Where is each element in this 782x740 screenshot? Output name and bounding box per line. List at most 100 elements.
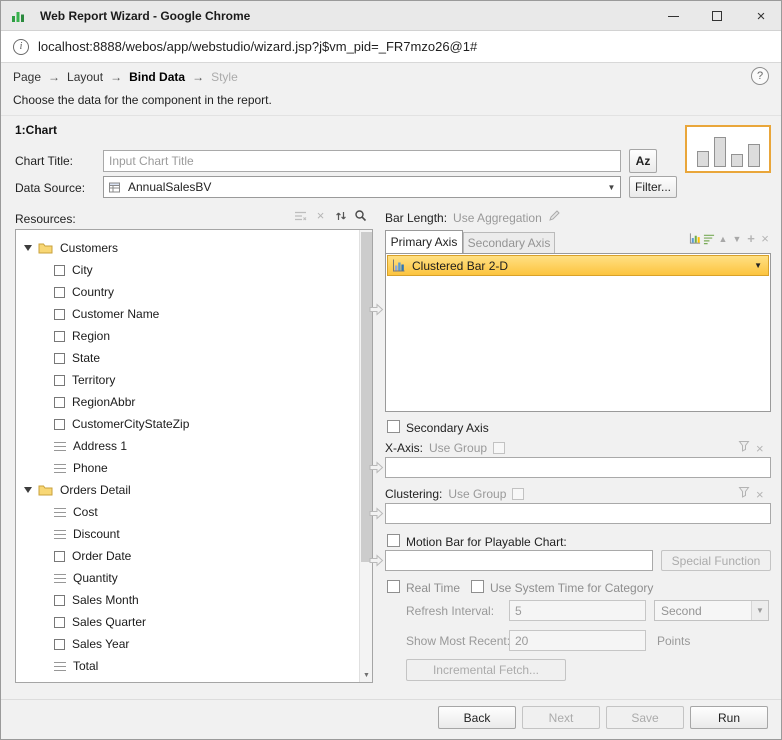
- tree-node-label: Country: [72, 285, 114, 299]
- tree-node-customers[interactable]: Customers: [16, 237, 360, 259]
- font-style-button[interactable]: Az: [629, 149, 657, 173]
- tree-node-region[interactable]: Region: [16, 325, 360, 347]
- tree-node-discount[interactable]: Discount: [16, 523, 360, 545]
- move-down-icon[interactable]: ▼: [731, 231, 743, 246]
- filter-button[interactable]: Filter...: [629, 176, 677, 198]
- filter-funnel-icon[interactable]: [738, 485, 750, 503]
- dropdown-arrow-zone[interactable]: ▼: [751, 601, 768, 620]
- collapse-icon[interactable]: [24, 245, 32, 251]
- use-group-checkbox[interactable]: [493, 442, 505, 454]
- x-axis-input[interactable]: [385, 457, 771, 478]
- tree-node-phone[interactable]: Phone: [16, 457, 360, 479]
- folder-icon: [38, 484, 53, 496]
- special-function-button[interactable]: Special Function: [661, 550, 771, 571]
- wizard-instruction: Choose the data for the component in the…: [13, 93, 272, 107]
- tree-node-orders-detail[interactable]: Orders Detail: [16, 479, 360, 501]
- motion-bar-checkbox[interactable]: [387, 534, 400, 547]
- tree-node-label: Customers: [60, 241, 118, 255]
- tree-node-territory[interactable]: Territory: [16, 369, 360, 391]
- chart-type-row[interactable]: Clustered Bar 2-D ▼: [387, 255, 769, 276]
- clear-icon[interactable]: ×: [756, 442, 764, 455]
- axis-field-list[interactable]: Clustered Bar 2-D ▼: [385, 253, 771, 412]
- assign-fields-icon[interactable]: [293, 208, 308, 223]
- tree-scrollbar[interactable]: ▼: [359, 230, 372, 682]
- tree-node-sales-year[interactable]: Sales Year: [16, 633, 360, 655]
- add-icon[interactable]: +: [745, 231, 757, 246]
- chart-preview-thumbnail[interactable]: [685, 125, 771, 173]
- remove-icon[interactable]: ×: [759, 231, 771, 246]
- maximize-button[interactable]: [695, 1, 739, 31]
- close-button[interactable]: ×: [739, 1, 782, 31]
- step-page[interactable]: Page: [13, 70, 41, 84]
- run-button[interactable]: Run: [690, 706, 768, 729]
- dimension-field-icon: [54, 419, 65, 430]
- next-button[interactable]: Next: [522, 706, 600, 729]
- tree-node-state[interactable]: State: [16, 347, 360, 369]
- address-url[interactable]: localhost:8888/webos/app/webstudio/wizar…: [38, 39, 477, 54]
- sort-icon[interactable]: [333, 208, 348, 223]
- dimension-field-icon: [54, 639, 65, 650]
- tree-node-label: Customer Name: [72, 307, 159, 321]
- tree-node-sales-month[interactable]: Sales Month: [16, 589, 360, 611]
- insert-chart-icon[interactable]: [689, 231, 701, 246]
- info-icon[interactable]: i: [13, 39, 29, 55]
- field-list-icon[interactable]: [703, 231, 715, 246]
- clustering-label: Clustering:: [385, 487, 442, 501]
- step-layout[interactable]: Layout: [67, 70, 103, 84]
- transfer-arrow-icon: [369, 461, 384, 479]
- motion-bar-input[interactable]: [385, 550, 653, 571]
- save-button[interactable]: Save: [606, 706, 684, 729]
- back-button[interactable]: Back: [438, 706, 516, 729]
- move-up-icon[interactable]: ▲: [717, 231, 729, 246]
- tree-node-customercitystatezip[interactable]: CustomerCityStateZip: [16, 413, 360, 435]
- show-most-recent-input[interactable]: [509, 630, 646, 651]
- tree-node-address-1[interactable]: Address 1: [16, 435, 360, 457]
- tree-node-sales-quarter[interactable]: Sales Quarter: [16, 611, 360, 633]
- tree-node-order-date[interactable]: Order Date: [16, 545, 360, 567]
- tree-node-label: Orders Detail: [60, 483, 131, 497]
- dimension-field-icon: [54, 397, 65, 408]
- tree-node-regionabbr[interactable]: RegionAbbr: [16, 391, 360, 413]
- step-bind-data[interactable]: Bind Data: [129, 70, 185, 84]
- use-aggregation-label[interactable]: Use Aggregation: [453, 211, 542, 225]
- x-axis-label: X-Axis:: [385, 441, 423, 455]
- collapse-icon[interactable]: [24, 487, 32, 493]
- incremental-fetch-button[interactable]: Incremental Fetch...: [406, 659, 566, 681]
- help-button[interactable]: ?: [751, 67, 769, 85]
- data-source-select[interactable]: AnnualSalesBV ▼: [103, 176, 621, 198]
- clear-icon[interactable]: ×: [756, 488, 764, 501]
- tree-node-quantity[interactable]: Quantity: [16, 567, 360, 589]
- tree-node-customer-name[interactable]: Customer Name: [16, 303, 360, 325]
- clustering-input[interactable]: [385, 503, 771, 524]
- pencil-icon[interactable]: [548, 209, 561, 227]
- tab-primary-axis[interactable]: Primary Axis: [385, 230, 463, 253]
- clear-icon[interactable]: ×: [313, 208, 328, 223]
- secondary-axis-checkbox[interactable]: [387, 420, 400, 433]
- real-time-checkbox[interactable]: [387, 580, 400, 593]
- chart-title-input[interactable]: [103, 150, 621, 172]
- scroll-down-button[interactable]: ▼: [360, 668, 373, 682]
- url-bar: i localhost:8888/webos/app/webstudio/wiz…: [1, 31, 782, 63]
- tree-node-total[interactable]: Total: [16, 655, 360, 677]
- tree-node-country[interactable]: Country: [16, 281, 360, 303]
- chart-title-label: Chart Title:: [15, 154, 73, 168]
- system-time-checkbox[interactable]: [471, 580, 484, 593]
- step-style[interactable]: Style: [211, 70, 238, 84]
- use-group-checkbox[interactable]: [512, 488, 524, 500]
- dimension-field-icon: [54, 551, 65, 562]
- tree-node-cost[interactable]: Cost: [16, 501, 360, 523]
- minimize-button[interactable]: [651, 1, 695, 31]
- chevron-down-icon[interactable]: ▼: [754, 261, 762, 270]
- refresh-unit-select[interactable]: Second ▼: [654, 600, 769, 621]
- search-icon[interactable]: [353, 208, 368, 223]
- tree-node-label: Region: [72, 329, 110, 343]
- tab-secondary-axis[interactable]: Secondary Axis: [463, 232, 555, 253]
- detail-field-icon: [54, 508, 66, 517]
- dropdown-arrow-zone[interactable]: ▼: [603, 177, 620, 197]
- wizard-steps: Page → Layout → Bind Data → Style: [13, 67, 238, 87]
- tree-node-city[interactable]: City: [16, 259, 360, 281]
- folder-icon: [38, 682, 53, 683]
- refresh-interval-input[interactable]: [509, 600, 646, 621]
- tree-node-clipped[interactable]: [16, 677, 360, 683]
- filter-funnel-icon[interactable]: [738, 439, 750, 457]
